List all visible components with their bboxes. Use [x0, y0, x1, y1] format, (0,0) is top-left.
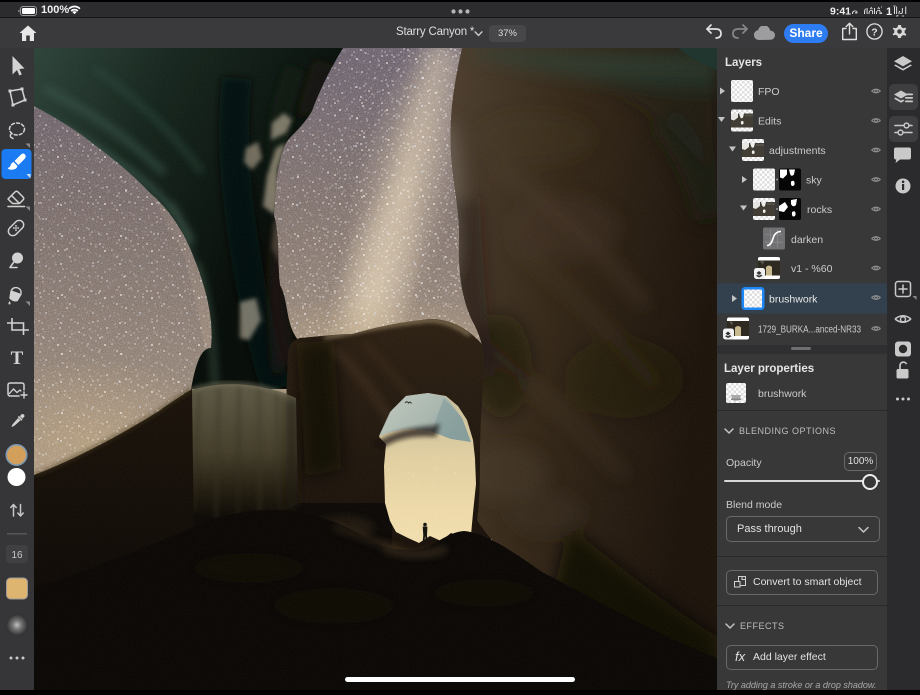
svg-text:T: T [11, 348, 24, 369]
svg-text:1: 1 [886, 6, 892, 17]
svg-text:FPO: FPO [758, 86, 780, 98]
svg-text:9:41: 9:41 [830, 6, 851, 18]
svg-text:adjustments: adjustments [769, 145, 826, 157]
svg-text:sky: sky [806, 175, 823, 187]
svg-text:brushwork: brushwork [769, 294, 818, 306]
svg-text:v1 - %60: v1 - %60 [791, 263, 833, 275]
svg-text:16: 16 [11, 550, 23, 561]
svg-text:Edits: Edits [758, 116, 781, 128]
svg-text:darken: darken [791, 234, 823, 246]
svg-text:?: ? [871, 26, 877, 38]
svg-text:1729_BURKA...anced-NR33: 1729_BURKA...anced-NR33 [758, 325, 861, 336]
svg-text:rocks: rocks [807, 204, 832, 216]
